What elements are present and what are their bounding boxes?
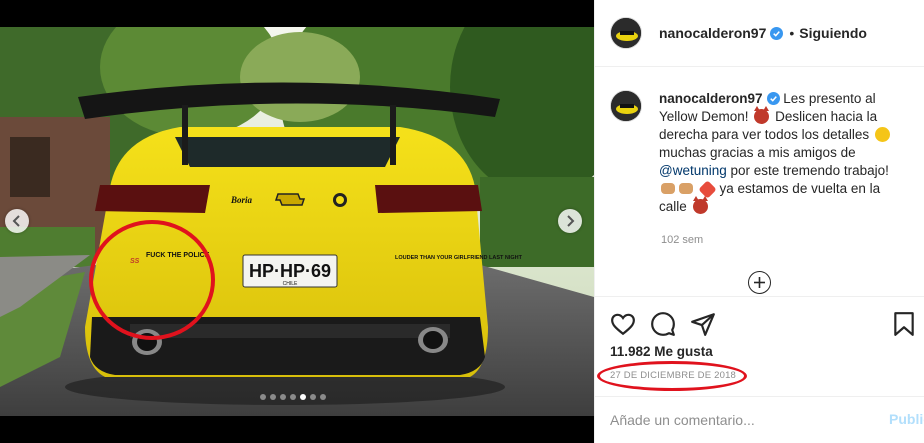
carousel-dot (280, 394, 286, 400)
decal-left: FUCK THE POLICE (146, 252, 210, 259)
smiling-devil-icon (692, 196, 708, 214)
next-photo-button[interactable] (558, 209, 582, 233)
smiling-devil-icon (754, 106, 770, 124)
post-actions (595, 296, 924, 346)
comment-button[interactable] (650, 311, 676, 337)
avatar[interactable] (610, 17, 642, 49)
comment-form: Publicar (595, 396, 924, 443)
caption-time[interactable]: 102 sem (661, 234, 703, 246)
like-count[interactable]: 11.982 Me gusta (610, 344, 713, 359)
carousel-dot (270, 394, 276, 400)
previous-photo-button[interactable] (5, 209, 29, 233)
fist-bump-icon (661, 183, 675, 194)
caption-text: nanocalderon97 Les presento al Yellow De… (659, 90, 909, 216)
post-sidebar: nanocalderon97 • Siguiendo nanocalderon9… (594, 0, 924, 443)
header-separator: • (789, 25, 795, 41)
post-photo[interactable]: HP·HP·69 CHILE SS FUCK THE POLICE LOUDER… (0, 27, 594, 416)
share-icon (691, 313, 715, 336)
plus-circle-icon (754, 277, 765, 288)
chevron-left-icon (12, 215, 20, 227)
post-header: nanocalderon97 • Siguiendo (595, 0, 924, 67)
carousel-indicator (260, 394, 326, 400)
star-struck-icon (874, 127, 890, 142)
license-plate-text: HP·HP·69 (249, 261, 331, 281)
decal-right: LOUDER THAN YOUR GIRLFRIEND LAST NIGHT (395, 255, 523, 261)
yellow-camaro-photo: HP·HP·69 CHILE SS FUCK THE POLICE LOUDER… (0, 27, 594, 416)
license-plate-country: CHILE (283, 281, 298, 287)
caption-part-4: por este tremendo trabajo! (730, 163, 889, 178)
caption-avatar[interactable] (610, 90, 642, 122)
carousel-dot (310, 394, 316, 400)
heart-icon (611, 313, 635, 336)
fist-bump-icon (679, 183, 693, 194)
chevron-right-icon (567, 215, 575, 227)
caption-username[interactable]: nanocalderon97 (659, 91, 763, 106)
carousel-dot (290, 394, 296, 400)
boria-badge: Boria (230, 195, 253, 205)
publish-button[interactable]: Publicar (889, 411, 924, 427)
bookmark-icon (894, 312, 914, 336)
comment-input[interactable] (610, 409, 850, 431)
caption-part-3: muchas gracias a mis amigos de (659, 145, 856, 160)
ss-badge: SS (130, 258, 140, 265)
save-button[interactable] (891, 311, 917, 337)
avatar-car-image (611, 91, 641, 121)
post-date[interactable]: 27 DE DICIEMBRE DE 2018 (610, 370, 736, 381)
carousel-dot (300, 394, 306, 400)
like-button[interactable] (610, 311, 636, 337)
load-more-comments-button[interactable] (748, 271, 771, 294)
verified-icon (770, 26, 784, 40)
comment-icon (651, 312, 675, 336)
mention-link[interactable]: @wetuning (659, 163, 727, 178)
username-link[interactable]: nanocalderon97 (659, 25, 766, 41)
carousel-dot (260, 394, 266, 400)
carousel-dot (320, 394, 326, 400)
following-button[interactable]: Siguiendo (799, 25, 867, 41)
share-button[interactable] (690, 311, 716, 337)
avatar-car-image (611, 18, 641, 48)
verified-icon (766, 92, 780, 105)
caption: nanocalderon97 Les presento al Yellow De… (610, 90, 915, 216)
